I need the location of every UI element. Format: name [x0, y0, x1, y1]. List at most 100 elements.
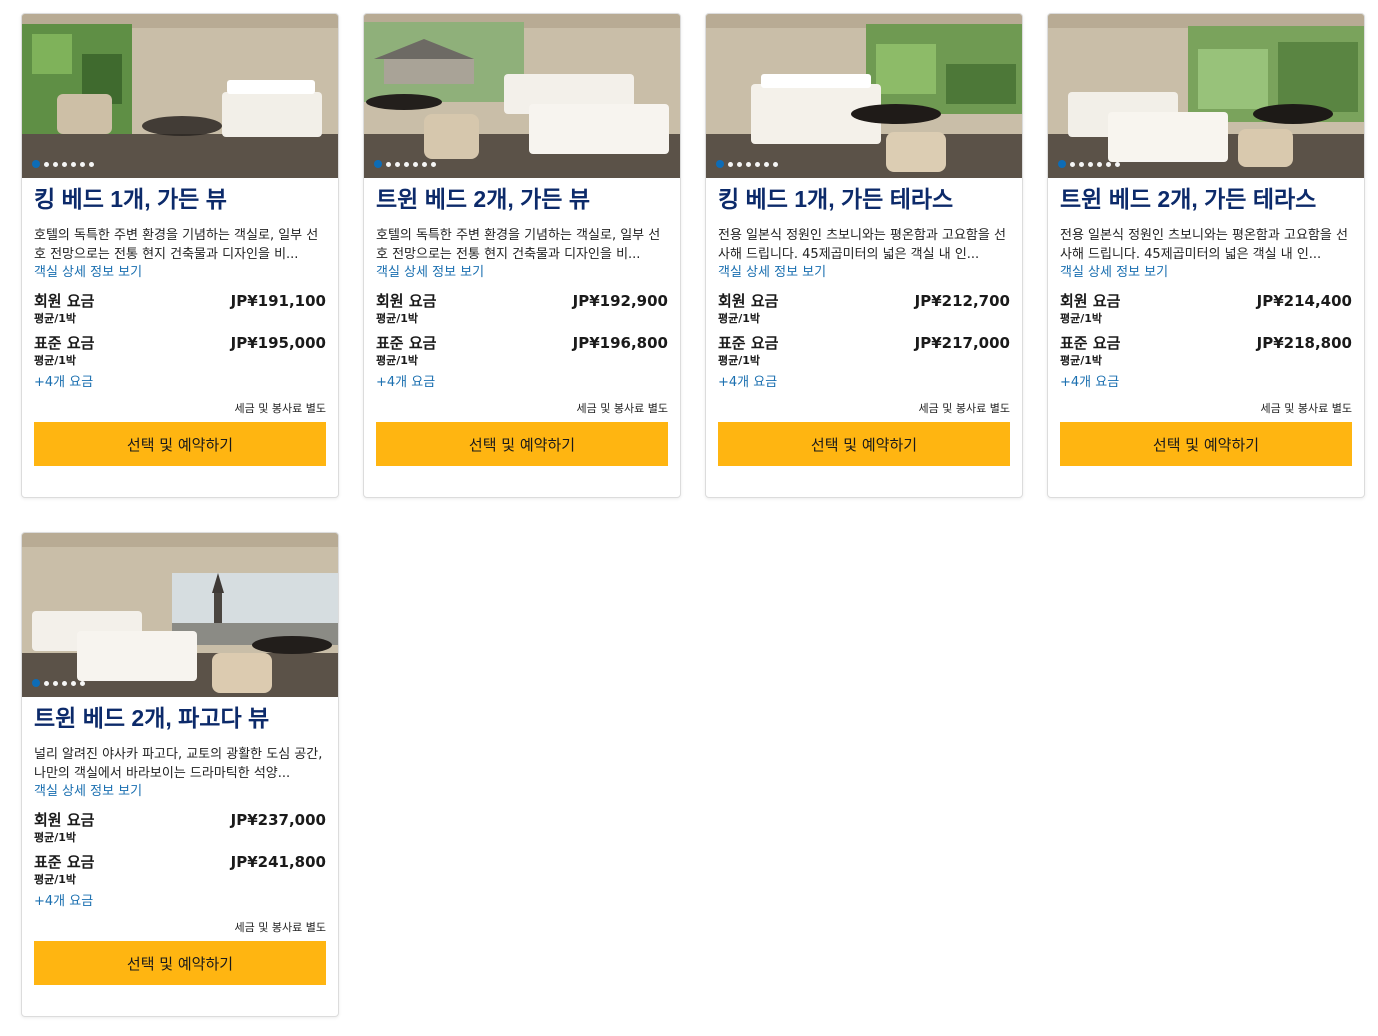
member-rate: 회원 요금 평균/1박 JP¥237,000 — [34, 809, 326, 845]
room-photo — [1048, 14, 1364, 178]
room-photo — [706, 14, 1022, 178]
standard-rate-label: 표준 요금 — [34, 853, 95, 871]
carousel-dot[interactable] — [53, 680, 58, 686]
carousel-dot[interactable] — [746, 161, 751, 167]
more-rates-link[interactable]: +4개 요금 — [376, 374, 668, 392]
standard-rate-price: JP¥195,000 — [230, 334, 326, 352]
member-rate-per-night: 평균/1박 — [1060, 312, 1103, 325]
standard-rate: 표준 요금 평균/1박 JP¥195,000 — [34, 332, 326, 368]
room-card: 트윈 베드 2개, 파고다 뷰 널리 알려진 야사카 파고다, 교토의 광활한 … — [21, 532, 339, 1017]
carousel-dot[interactable] — [737, 161, 742, 167]
room-photo — [22, 533, 338, 697]
member-rate: 회원 요금 평균/1박 JP¥212,700 — [718, 290, 1010, 326]
more-rates-link[interactable]: +4개 요금 — [34, 374, 326, 392]
member-rate: 회원 요금 평균/1박 JP¥214,400 — [1060, 290, 1352, 326]
room-title: 킹 베드 1개, 가든 뷰 — [34, 186, 227, 212]
standard-rate: 표준 요금 평균/1박 JP¥241,800 — [34, 851, 326, 887]
carousel-dot[interactable] — [1079, 161, 1084, 167]
carousel-dot[interactable] — [728, 161, 733, 167]
carousel-dot[interactable] — [1106, 161, 1111, 167]
carousel-dot[interactable] — [53, 161, 58, 167]
carousel-dot[interactable] — [44, 161, 49, 167]
carousel-dot[interactable] — [404, 161, 409, 167]
standard-rate: 표준 요금 평균/1박 JP¥218,800 — [1060, 332, 1352, 368]
room-description: 널리 알려진 야사카 파고다, 교토의 광활한 도심 공간, 나만의 객실에서 … — [34, 747, 323, 781]
room-description: 호텔의 독특한 주변 환경을 기념하는 객실로, 일부 선호 전망으로는 전통 … — [376, 228, 661, 262]
room-photo-carousel[interactable] — [1048, 14, 1364, 178]
room-card: 트윈 베드 2개, 가든 뷰 호텔의 독특한 주변 환경을 기념하는 객실로, … — [363, 13, 681, 498]
carousel-dot-active[interactable] — [374, 160, 382, 168]
standard-rate-price: JP¥217,000 — [914, 334, 1010, 352]
carousel-dot[interactable] — [422, 161, 427, 167]
more-rates-link[interactable]: +4개 요금 — [1060, 374, 1352, 392]
carousel-dot[interactable] — [80, 161, 85, 167]
carousel-dot[interactable] — [764, 161, 769, 167]
member-rate-per-night: 평균/1박 — [34, 831, 77, 844]
member-rate-price: JP¥212,700 — [914, 292, 1010, 310]
carousel-indicator — [1058, 160, 1120, 168]
carousel-dot[interactable] — [71, 680, 76, 686]
carousel-dot[interactable] — [44, 680, 49, 686]
room-description: 호텔의 독특한 주변 환경을 기념하는 객실로, 일부 선호 전망으로는 전통 … — [34, 228, 319, 262]
room-details-link[interactable]: 객실 상세 정보 보기 — [34, 264, 326, 282]
room-photo-carousel[interactable] — [364, 14, 680, 178]
room-title: 킹 베드 1개, 가든 테라스 — [718, 186, 954, 212]
tax-note: 세금 및 봉사료 별도 — [918, 402, 1010, 415]
member-rate-price: JP¥191,100 — [230, 292, 326, 310]
room-details-link[interactable]: 객실 상세 정보 보기 — [1060, 264, 1352, 282]
tax-note: 세금 및 봉사료 별도 — [1260, 402, 1352, 415]
member-rate: 회원 요금 평균/1박 JP¥191,100 — [34, 290, 326, 326]
tax-note: 세금 및 봉사료 별도 — [234, 402, 326, 415]
carousel-dot[interactable] — [1070, 161, 1075, 167]
carousel-dot[interactable] — [71, 161, 76, 167]
select-and-book-button[interactable]: 선택 및 예약하기 — [1060, 422, 1352, 466]
carousel-dot[interactable] — [773, 161, 778, 167]
standard-rate: 표준 요금 평균/1박 JP¥217,000 — [718, 332, 1010, 368]
select-and-book-button[interactable]: 선택 및 예약하기 — [376, 422, 668, 466]
room-details-link[interactable]: 객실 상세 정보 보기 — [376, 264, 668, 282]
carousel-indicator — [716, 160, 778, 168]
room-description: 전용 일본식 정원인 츠보니와는 평온함과 고요함을 선사해 드립니다. 45제… — [718, 228, 1006, 262]
room-title: 트윈 베드 2개, 가든 테라스 — [1060, 186, 1317, 212]
room-photo — [364, 14, 680, 178]
select-and-book-button[interactable]: 선택 및 예약하기 — [718, 422, 1010, 466]
room-details-link[interactable]: 객실 상세 정보 보기 — [718, 264, 1010, 282]
standard-rate-label: 표준 요금 — [718, 334, 779, 352]
carousel-dot[interactable] — [1115, 161, 1120, 167]
member-rate-label: 회원 요금 — [34, 811, 95, 829]
standard-rate-label: 표준 요금 — [1060, 334, 1121, 352]
room-photo-carousel[interactable] — [22, 533, 338, 697]
carousel-dot[interactable] — [62, 161, 67, 167]
carousel-dot-active[interactable] — [32, 160, 40, 168]
carousel-dot-active[interactable] — [716, 160, 724, 168]
carousel-dot[interactable] — [431, 161, 436, 167]
room-photo-carousel[interactable] — [22, 14, 338, 178]
member-rate: 회원 요금 평균/1박 JP¥192,900 — [376, 290, 668, 326]
carousel-dot[interactable] — [1088, 161, 1093, 167]
carousel-dot[interactable] — [89, 161, 94, 167]
room-details-link[interactable]: 객실 상세 정보 보기 — [34, 783, 326, 801]
carousel-dot-active[interactable] — [32, 679, 40, 687]
more-rates-link[interactable]: +4개 요금 — [34, 893, 326, 911]
standard-rate-per-night: 평균/1박 — [1060, 354, 1103, 367]
standard-rate-label: 표준 요금 — [34, 334, 95, 352]
room-photo — [22, 14, 338, 178]
carousel-dot[interactable] — [80, 680, 85, 686]
carousel-dot-active[interactable] — [1058, 160, 1066, 168]
select-and-book-button[interactable]: 선택 및 예약하기 — [34, 422, 326, 466]
select-and-book-button[interactable]: 선택 및 예약하기 — [34, 941, 326, 985]
carousel-dot[interactable] — [755, 161, 760, 167]
member-rate-per-night: 평균/1박 — [718, 312, 761, 325]
room-photo-carousel[interactable] — [706, 14, 1022, 178]
carousel-dot[interactable] — [62, 680, 67, 686]
carousel-dot[interactable] — [1097, 161, 1102, 167]
tax-note: 세금 및 봉사료 별도 — [234, 921, 326, 934]
member-rate-per-night: 평균/1박 — [376, 312, 419, 325]
carousel-dot[interactable] — [395, 161, 400, 167]
room-description: 전용 일본식 정원인 츠보니와는 평온함과 고요함을 선사해 드립니다. 45제… — [1060, 228, 1348, 262]
more-rates-link[interactable]: +4개 요금 — [718, 374, 1010, 392]
member-rate-label: 회원 요금 — [34, 292, 95, 310]
room-card: 킹 베드 1개, 가든 테라스 전용 일본식 정원인 츠보니와는 평온함과 고요… — [705, 13, 1023, 498]
carousel-dot[interactable] — [413, 161, 418, 167]
carousel-dot[interactable] — [386, 161, 391, 167]
